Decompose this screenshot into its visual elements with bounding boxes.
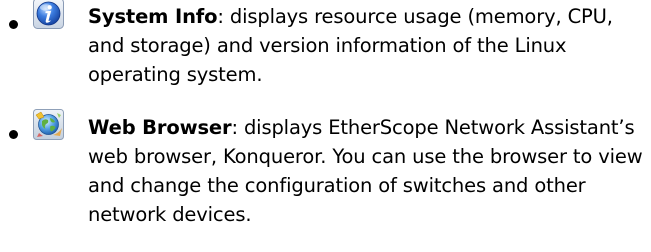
item-title: Web Browser: [88, 116, 232, 139]
info-icon: [33, 0, 64, 29]
item-title: System Info: [88, 5, 218, 28]
item-text: System Info: displays resource usage (me…: [33, 0, 648, 89]
globe-icon: [33, 109, 64, 140]
item-text: Web Browser: displays EtherScope Network…: [33, 109, 648, 229]
bullet: [9, 20, 18, 29]
bullet: [9, 130, 18, 139]
